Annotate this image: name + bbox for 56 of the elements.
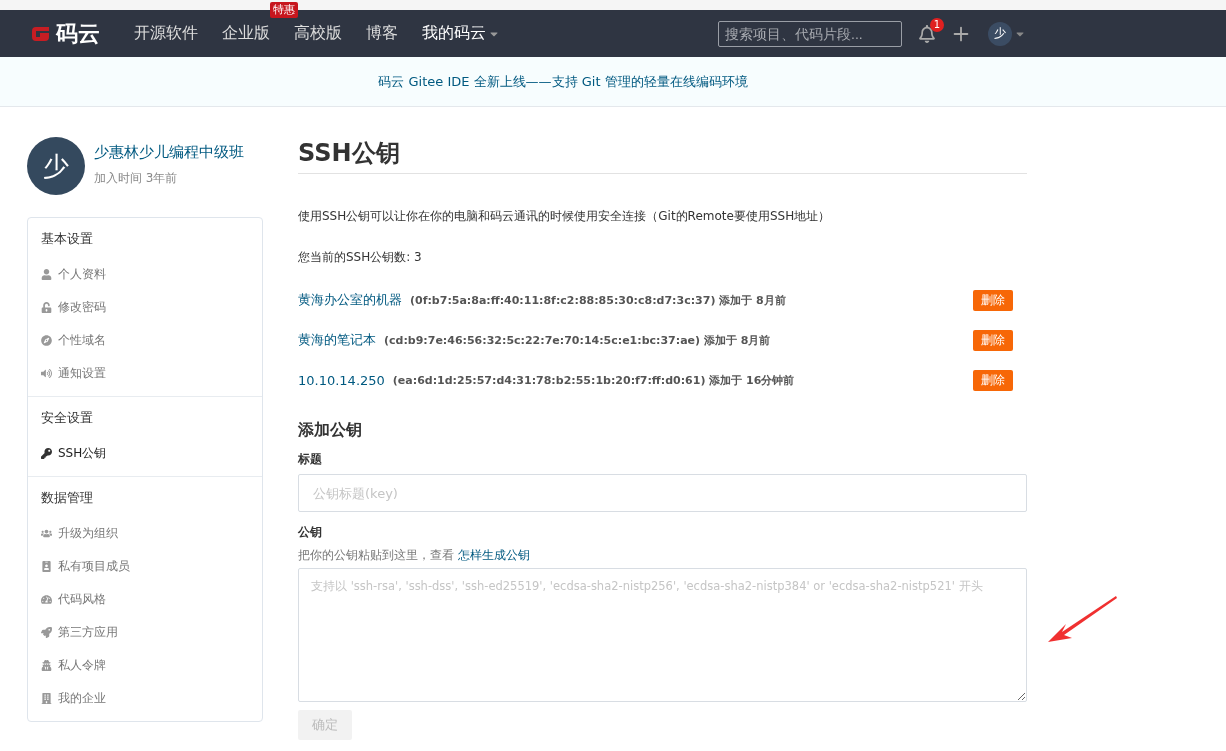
key-fingerprint: (0f:b7:5a:8a:ff:40:11:8f:c2:88:85:30:c8:d7:3c:37) 添加于 8月前 bbox=[410, 292, 786, 308]
my-menu[interactable]: 我的码云 bbox=[410, 23, 512, 44]
key-fingerprint: (cd:b9:7e:46:56:32:5c:22:7e:70:14:5c:e1:bc:37:ae) 添加于 8月前 bbox=[384, 332, 771, 348]
menu-item-icon bbox=[41, 269, 52, 280]
profile-name[interactable]: 少惠林少儿编程中级班 bbox=[94, 143, 244, 162]
field-label: 公钥 bbox=[298, 524, 323, 541]
search-field[interactable]: 搜索项目、代码片段... bbox=[718, 20, 902, 47]
menu-item[interactable]: 个人资料 bbox=[41, 258, 249, 291]
menu-item-icon bbox=[41, 368, 52, 379]
menu-section-title: 数据管理 bbox=[41, 489, 94, 507]
profile-avatar: 少 bbox=[27, 137, 85, 195]
nav-link[interactable]: 博客 bbox=[354, 23, 410, 44]
menu-item-icon bbox=[41, 528, 52, 539]
nav-link[interactable]: 高校版 bbox=[282, 23, 354, 44]
menu-item[interactable]: 私人令牌 bbox=[41, 649, 249, 682]
logo-text: 码云 bbox=[56, 19, 100, 48]
section-title: 添加公钥 bbox=[298, 420, 363, 441]
key-name-link[interactable]: 黄海办公室的机器 bbox=[298, 291, 402, 309]
menu-item-icon bbox=[41, 302, 52, 313]
help-link[interactable]: 怎样生成公钥 bbox=[457, 548, 530, 562]
menu-item-icon bbox=[41, 660, 52, 671]
menu-item[interactable]: 我的企业 bbox=[41, 682, 249, 715]
menu-item[interactable]: 修改密码 bbox=[41, 291, 249, 324]
menu-item[interactable]: SSH公钥 bbox=[41, 437, 249, 470]
menu-item[interactable]: 代码风格 bbox=[41, 583, 249, 616]
menu-item[interactable]: 私有项目成员 bbox=[41, 550, 249, 583]
field-label: 标题 bbox=[298, 451, 323, 468]
key-count-text: 您当前的SSH公钥数: 3 bbox=[298, 249, 423, 266]
menu-item-icon bbox=[41, 627, 52, 638]
menu-item-icon bbox=[41, 594, 52, 605]
menu-item-icon bbox=[41, 561, 52, 572]
key-fingerprint: (ea:6d:1d:25:57:d4:31:78:b2:55:1b:20:f7:ff:d0:61) 添加于 16分钟前 bbox=[392, 372, 795, 388]
field-hint: 把你的公钥粘贴到这里，查看 怎样生成公钥 bbox=[298, 547, 531, 564]
promo-badge: 特惠 bbox=[270, 2, 298, 18]
user-avatar[interactable]: 少 bbox=[988, 21, 1012, 46]
key-name-link[interactable]: 黄海的笔记本 bbox=[298, 331, 376, 349]
description-text: 使用SSH公钥可以让你在你的电脑和码云通讯的时候使用安全连接（Git的Remote要使用SSH地址） bbox=[298, 208, 832, 225]
annotation-arrow bbox=[1046, 594, 1118, 644]
logo[interactable]: 码云 bbox=[28, 18, 100, 49]
menu-item-icon bbox=[41, 448, 52, 459]
nav-link[interactable]: 开源软件 bbox=[122, 23, 210, 44]
menu-section-title: 安全设置 bbox=[41, 409, 94, 427]
menu-item[interactable]: 第三方应用 bbox=[41, 616, 249, 649]
bell-icon[interactable] bbox=[918, 24, 936, 43]
menu-item[interactable]: 个性域名 bbox=[41, 324, 249, 357]
menu-section-title: 基本设置 bbox=[41, 230, 94, 248]
menu-item-icon bbox=[41, 335, 52, 346]
announcement-link[interactable]: 码云 Gitee IDE 全新上线——支持 Git 管理的轻量在线编码环境 bbox=[378, 72, 748, 91]
nav-link[interactable]: 企业版 bbox=[210, 23, 282, 44]
join-time: 加入时间 3年前 bbox=[94, 170, 179, 187]
page-title: SSH公钥 bbox=[298, 137, 1027, 174]
menu-item-icon bbox=[41, 693, 52, 704]
notification-badge: 1 bbox=[930, 17, 944, 32]
menu-item[interactable]: 升级为组织 bbox=[41, 517, 249, 550]
menu-item[interactable]: 通知设置 bbox=[41, 357, 249, 390]
key-name-link[interactable]: 10.10.14.250 bbox=[298, 372, 385, 388]
